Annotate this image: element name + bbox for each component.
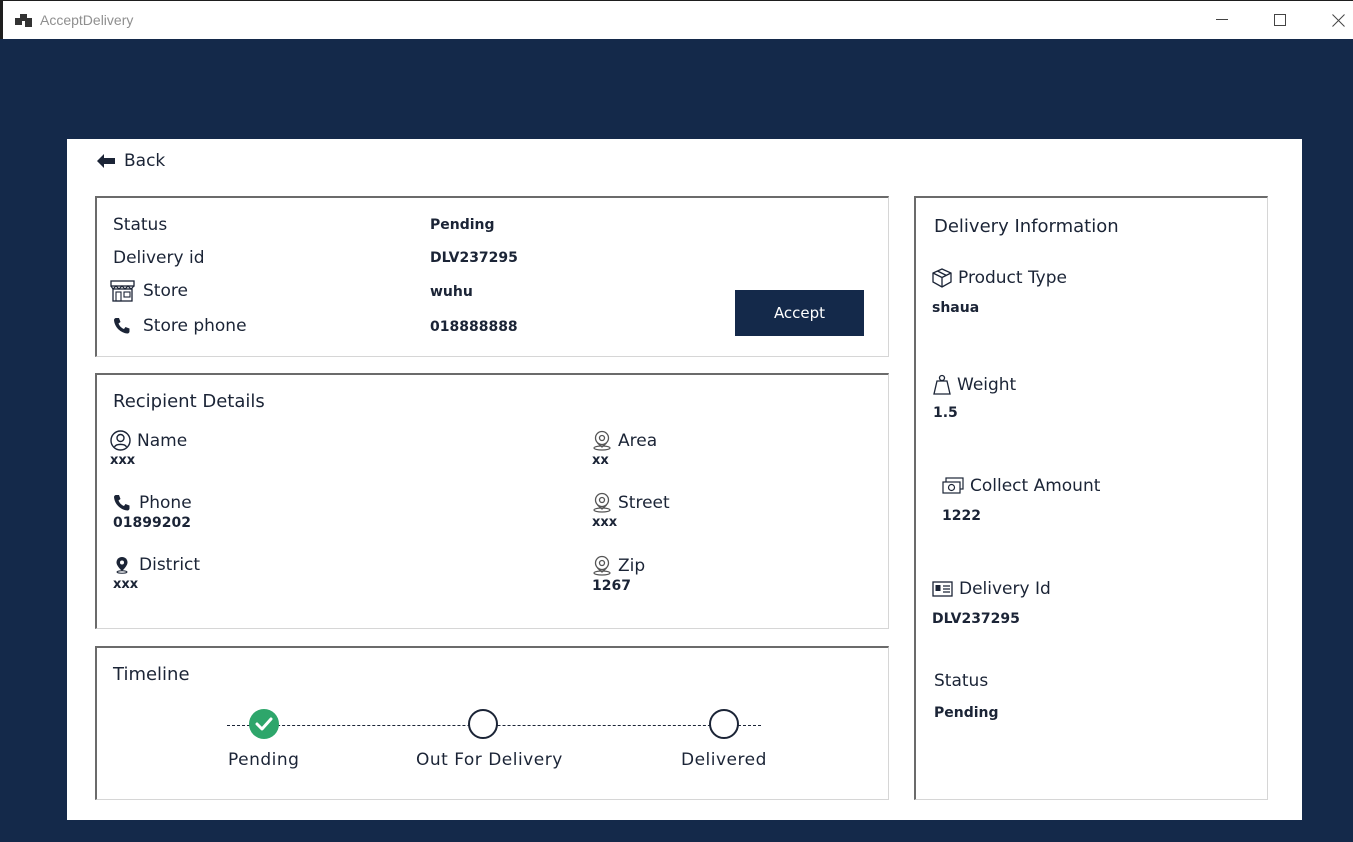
store-phone-row: Store phone [113,316,247,336]
collect-amount-label: Collect Amount [970,476,1101,496]
check-icon [255,717,273,731]
area-value: xx [592,453,609,468]
phone-value: 01899202 [113,515,191,531]
recipient-street-field: Street xxx [592,492,670,531]
window-titlebar: AcceptDelivery [0,0,1353,39]
back-button[interactable]: Back [97,151,165,171]
district-label: District [139,555,201,575]
timeline-step-label: Pending [228,750,300,770]
area-label: Area [618,430,658,451]
back-label: Back [124,151,166,171]
map-pin-icon [116,557,128,574]
collect-amount-value: 1222 [942,508,981,524]
delivery-id-info-label: Delivery Id [959,579,1051,599]
district-value: xxx [113,577,139,592]
user-circle-icon [110,430,131,451]
recipient-area-field: Area xx [592,430,658,469]
close-button[interactable] [1309,1,1353,39]
zip-label: Zip [618,555,646,576]
accept-button[interactable]: Accept [735,290,864,336]
package-icon [932,268,952,288]
store-phone-label: Store phone [143,316,247,336]
id-card-icon [932,581,953,597]
window-title: AcceptDelivery [40,12,134,28]
delivery-id-value: DLV237295 [430,250,518,266]
maximize-button[interactable] [1251,1,1309,39]
street-value: xxx [592,515,618,530]
arrow-left-icon [97,154,115,168]
store-label: Store [143,281,188,301]
status-row: Status [113,215,167,235]
timeline-card: Timeline Pending Out For Delivery Delive… [95,646,889,800]
collect-amount-field: Collect Amount 1222 [942,476,1100,524]
product-type-value: shaua [932,300,980,316]
app-window-icon [15,14,32,27]
accept-delivery-page: Back Status Pending Delivery id DLV23729… [67,139,1302,820]
weight-value: 1.5 [933,405,958,421]
location-icon [593,430,611,451]
timeline-step-label: Out For Delivery [416,750,563,770]
delivery-id-info-value: DLV237295 [932,611,1020,627]
recipient-district-field: District xxx [113,555,200,592]
minimize-icon [1216,19,1228,20]
recipient-name-field: Name xxx [110,430,187,468]
store-row: Store [110,280,188,302]
name-value: xxx [110,453,136,468]
phone-icon [114,495,130,511]
weight-icon [933,374,951,395]
weight-field: Weight 1.5 [933,374,1017,422]
delivery-information-card: Delivery Information Product Type shaua [914,196,1268,800]
recipient-details-title: Recipient Details [113,391,265,412]
delivery-status-card: Status Pending Delivery id DLV237295 Sto… [95,196,889,357]
delivery-id-field: Delivery Id DLV237295 [932,579,1051,627]
street-label: Street [618,492,670,513]
timeline-title: Timeline [113,664,190,685]
status-value: Pending [430,217,495,233]
store-icon [110,280,135,302]
product-type-label: Product Type [958,268,1067,288]
phone-label: Phone [139,493,192,513]
recipient-zip-field: Zip 1267 [592,555,646,595]
zip-value: 1267 [592,578,631,594]
workspace: Back Status Pending Delivery id DLV23729… [0,39,1353,842]
recipient-details-card: Recipient Details Name xxx Phone 0189920… [95,373,889,629]
info-status-label: Status [934,671,989,691]
store-value: wuhu [430,284,473,300]
location-icon [593,492,611,513]
recipient-phone-field: Phone 01899202 [113,493,192,531]
money-icon [942,477,964,494]
status-label: Status [113,215,168,235]
delivery-id-label: Delivery id [113,248,205,268]
store-phone-value: 018888888 [430,319,518,335]
timeline-step-pending [468,709,498,739]
delivery-id-row: Delivery id [113,248,204,268]
weight-label: Weight [957,374,1017,395]
location-icon [593,555,611,576]
timeline-step-label: Delivered [681,750,767,770]
delivery-information-title: Delivery Information [934,216,1119,237]
timeline-step-done [249,709,279,739]
info-status-value: Pending [934,705,999,721]
product-type-field: Product Type shaua [932,268,1067,316]
maximize-icon [1274,14,1286,26]
minimize-button[interactable] [1193,1,1251,39]
phone-icon [114,318,130,334]
name-label: Name [137,430,188,451]
timeline-step-pending [709,709,739,739]
close-icon [1331,13,1345,27]
info-status-field: Status Pending [934,671,999,721]
